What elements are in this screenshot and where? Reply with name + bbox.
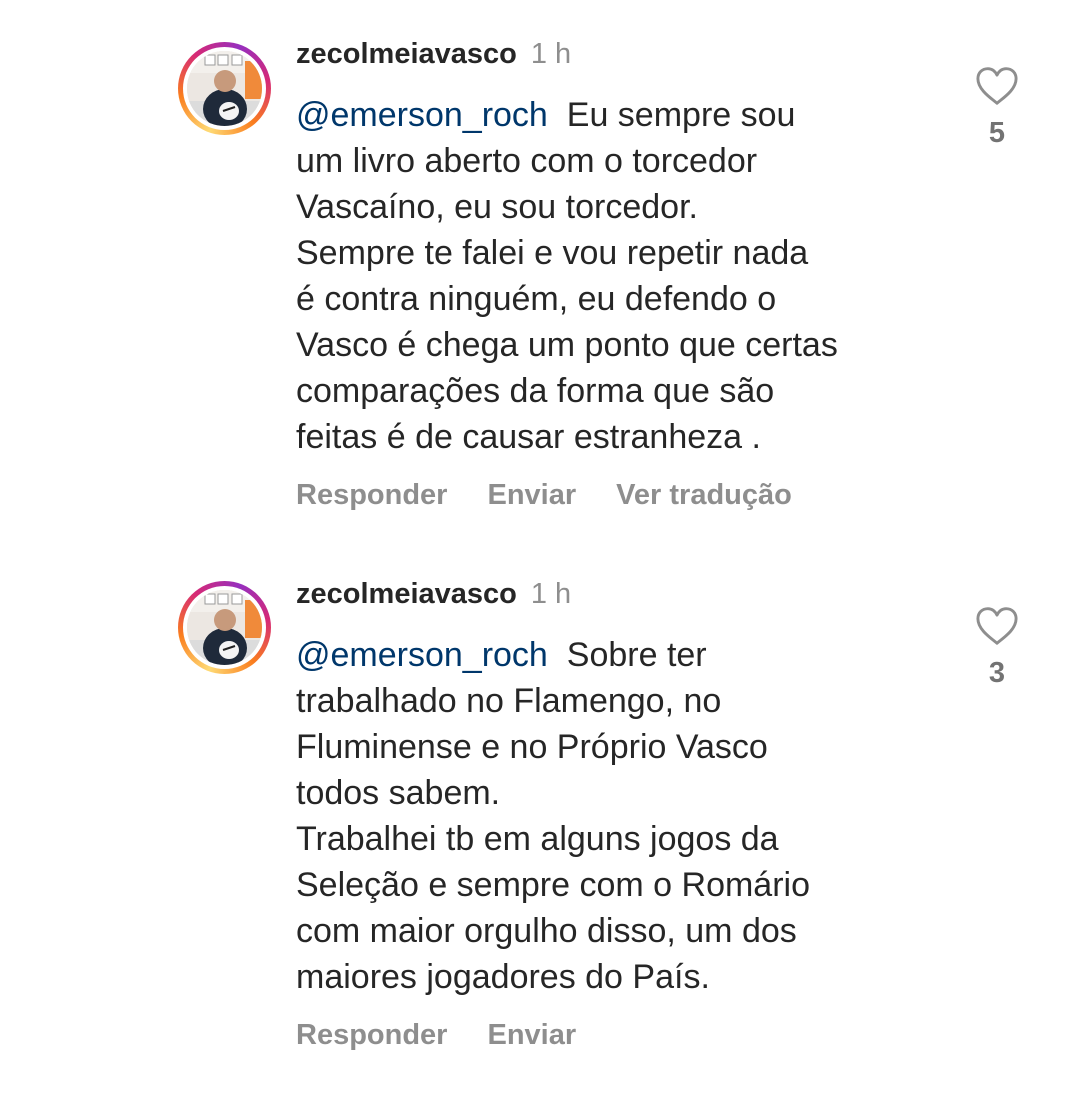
reply-button[interactable]: Responder <box>296 1019 447 1051</box>
username-link[interactable]: zecolmeiavasco <box>296 38 517 70</box>
avatar[interactable] <box>187 590 262 665</box>
comment-timestamp: 1 h <box>530 578 572 610</box>
see-translation-button[interactable]: Ver tradução <box>616 479 792 511</box>
username-link[interactable]: zecolmeiavasco <box>296 578 517 610</box>
avatar[interactable] <box>187 51 262 126</box>
avatar-story-ring[interactable] <box>178 581 271 674</box>
comment-actions: Responder Enviar Ver tradução <box>296 478 832 512</box>
comment-header: zecolmeiavasco 1 h <box>296 37 571 71</box>
like-count: 5 <box>988 117 1006 149</box>
mention-link[interactable]: @emerson_roch <box>296 636 548 674</box>
send-button[interactable]: Enviar <box>487 1019 576 1051</box>
like-control: 5 <box>972 66 1022 150</box>
comment-body: Eu sempre sou um livro aberto com o torc… <box>296 96 838 456</box>
comment-text: @emerson_roch Eu sempre sou um livro abe… <box>296 92 936 460</box>
comment-actions: Responder Enviar <box>296 1018 616 1052</box>
comment-header: zecolmeiavasco 1 h <box>296 577 571 611</box>
send-button[interactable]: Enviar <box>487 479 576 511</box>
comment-body: Sobre ter trabalhado no Flamengo, no Flu… <box>296 636 811 996</box>
like-count: 3 <box>988 657 1006 689</box>
avatar-story-ring[interactable] <box>178 42 271 135</box>
comment-timestamp: 1 h <box>530 38 572 70</box>
heart-outline-icon[interactable] <box>975 606 1019 646</box>
reply-button[interactable]: Responder <box>296 479 447 511</box>
comment-text: @emerson_roch Sobre ter trabalhado no Fl… <box>296 632 936 1000</box>
like-control: 3 <box>972 606 1022 690</box>
mention-link[interactable]: @emerson_roch <box>296 96 548 134</box>
heart-outline-icon[interactable] <box>975 66 1019 106</box>
